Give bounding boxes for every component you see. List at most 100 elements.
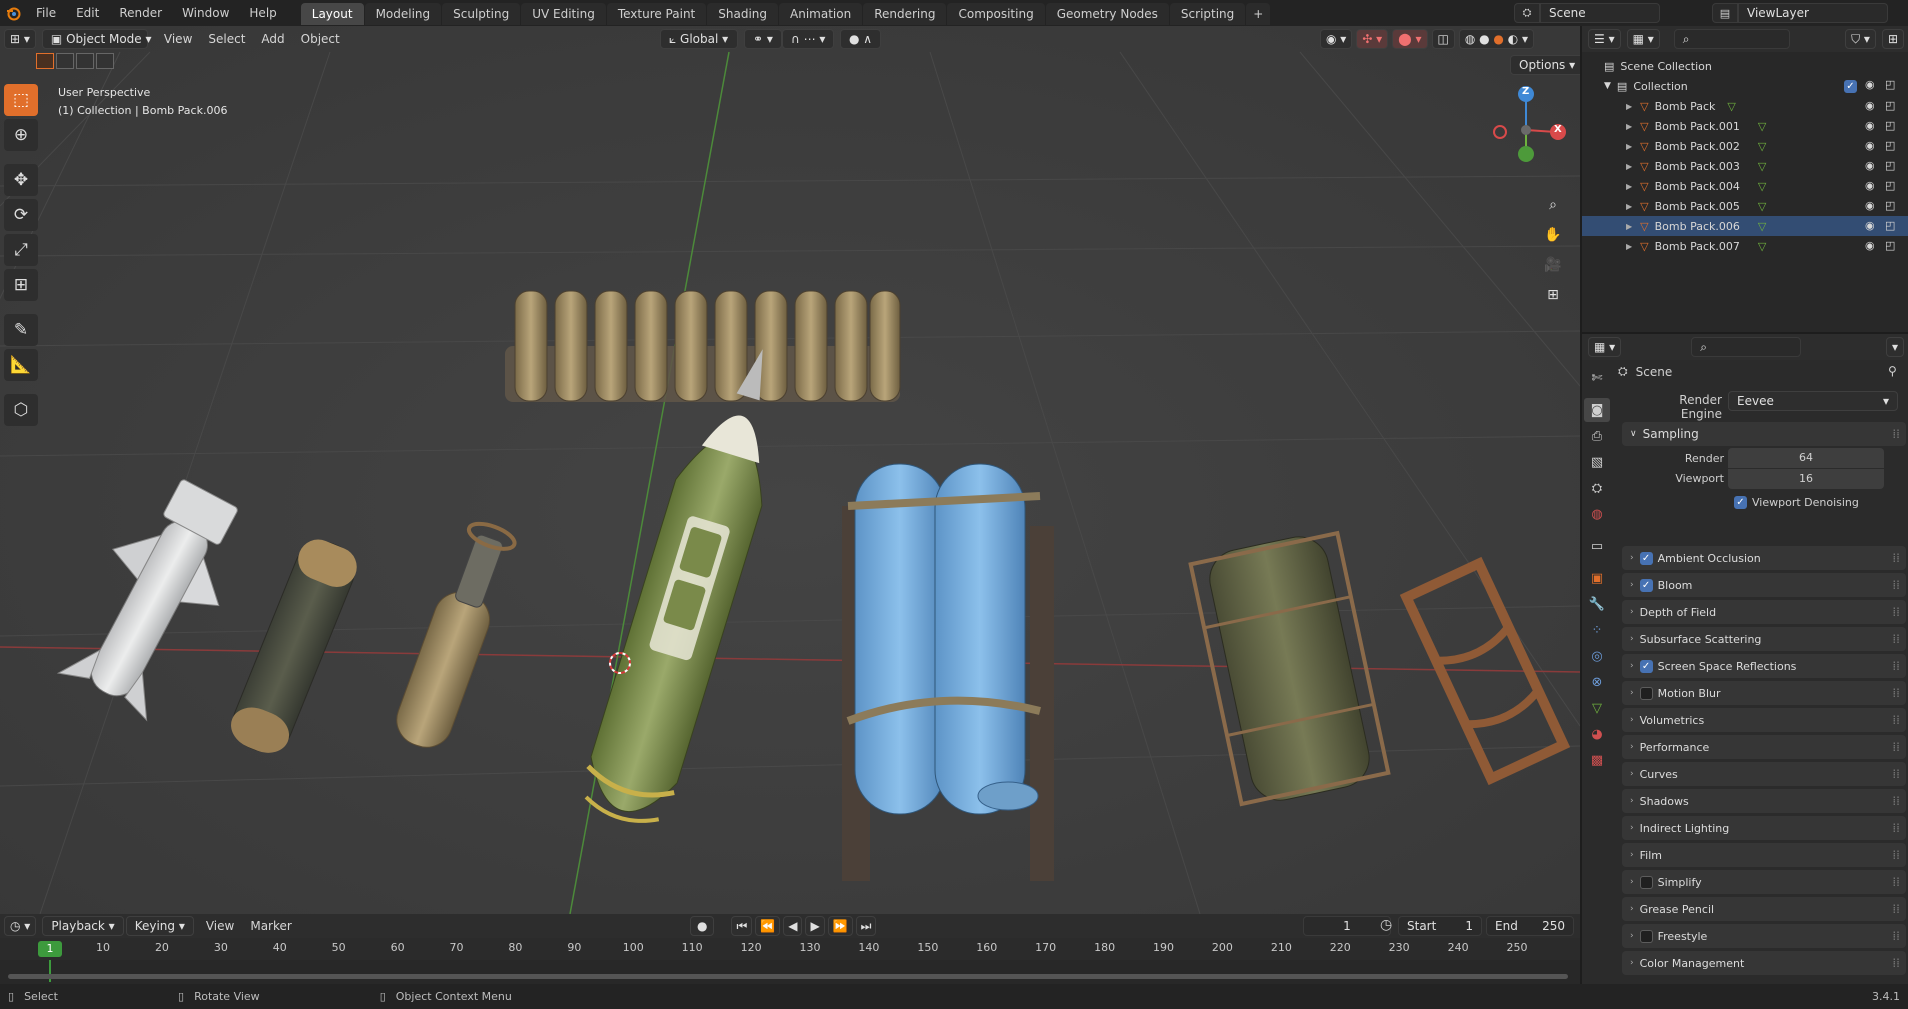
exclude-checkbox[interactable]: ✓ — [1844, 80, 1857, 93]
scene-icon[interactable]: ⛭ — [1514, 3, 1540, 23]
data-tab-icon[interactable]: ▽ — [1584, 696, 1610, 720]
drag-handle-icon[interactable]: ⁞⁞ — [1892, 956, 1900, 970]
drag-handle-icon[interactable]: ⁞⁞ — [1892, 659, 1900, 673]
object-tab-icon[interactable]: ▣ — [1584, 566, 1610, 590]
expand-arrow-icon[interactable]: ▶ — [1626, 222, 1632, 231]
mesh-data-icon[interactable]: ▽ — [1758, 160, 1766, 173]
visibility-eye-icon[interactable]: ◉ — [1865, 99, 1875, 112]
tab-shading[interactable]: Shading — [707, 3, 778, 25]
view-layer-selector[interactable]: ViewLayer — [1738, 3, 1888, 23]
pin-icon[interactable]: ⚲ — [1888, 364, 1897, 378]
preview-range-icon[interactable]: ◷ — [1380, 917, 1392, 933]
render-camera-icon[interactable]: ◰ — [1885, 179, 1895, 192]
cursor-tool[interactable]: ⊕ — [4, 119, 38, 151]
mesh-data-icon[interactable]: ▽ — [1758, 180, 1766, 193]
visibility-eye-icon[interactable]: ◉ — [1865, 119, 1875, 132]
pivot-dropdown[interactable]: ⚭ ▾ — [744, 29, 782, 49]
play-reverse-button[interactable]: ◀ — [783, 916, 803, 936]
outliner-object-row[interactable]: ▶ ▽ Bomb Pack.001 ▽ ◉ ◰ — [1582, 116, 1908, 136]
render-camera-icon[interactable]: ◰ — [1885, 139, 1895, 152]
expand-arrow-icon[interactable]: ▶ — [1626, 102, 1632, 111]
mesh-data-icon[interactable]: ▽ — [1758, 140, 1766, 153]
next-keyframe-button[interactable]: ⏩ — [827, 916, 853, 936]
properties-panel-header[interactable]: › Indirect Lighting ⁞⁞ — [1622, 816, 1906, 840]
tab-modeling[interactable]: Modeling — [364, 3, 442, 25]
drag-handle-icon[interactable]: ⁞⁞ — [1892, 821, 1900, 835]
collection-row[interactable]: ▼ ▤ Collection ✓ ◉ ◰ — [1582, 76, 1908, 96]
visibility-dropdown[interactable]: ◉ ▾ — [1320, 29, 1353, 49]
sampling-viewport-field[interactable]: 16 — [1728, 469, 1884, 489]
properties-panel-header[interactable]: › ✓ Ambient Occlusion ⁞⁞ — [1622, 546, 1906, 570]
properties-panel-header[interactable]: › Depth of Field ⁞⁞ — [1622, 600, 1906, 624]
properties-panel-header[interactable]: › Shadows ⁞⁞ — [1622, 789, 1906, 813]
properties-panel-header[interactable]: › Simplify ⁞⁞ — [1622, 870, 1906, 894]
view-layer-tab-icon[interactable]: ▧ — [1584, 450, 1610, 474]
properties-search-input[interactable]: ⌕ — [1691, 337, 1802, 357]
mesh-data-icon[interactable]: ▽ — [1758, 200, 1766, 213]
editor-type-dropdown[interactable]: ⊞ ▾ — [4, 29, 36, 49]
properties-editor-type[interactable]: ▦ ▾ — [1588, 337, 1622, 357]
visibility-eye-icon[interactable]: ◉ — [1865, 179, 1875, 192]
drag-handle-icon[interactable]: ⁞⁞ — [1892, 686, 1900, 700]
transform-orientation-dropdown[interactable]: ⟀ Global ▾ — [660, 29, 738, 49]
select-box-extend-icon[interactable] — [56, 53, 74, 69]
jump-end-button[interactable]: ⏭ — [855, 916, 877, 936]
drag-handle-icon[interactable]: ⁞⁞ — [1892, 902, 1900, 916]
properties-panel-header[interactable]: › Grease Pencil ⁞⁞ — [1622, 897, 1906, 921]
drag-handle-icon[interactable]: ⁞⁞ — [1892, 632, 1900, 646]
panel-enable-checkbox[interactable]: ✓ — [1639, 551, 1653, 565]
outliner-search-input[interactable]: ⌕ — [1673, 29, 1790, 49]
visibility-eye-icon[interactable]: ◉ — [1865, 139, 1875, 152]
panel-enable-checkbox[interactable] — [1639, 686, 1653, 700]
mesh-data-icon[interactable]: ▽ — [1758, 220, 1766, 233]
properties-panel-header[interactable]: › Volumetrics ⁞⁞ — [1622, 708, 1906, 732]
expand-arrow-icon[interactable]: ▶ — [1626, 162, 1632, 171]
transform-tool[interactable]: ⊞ — [4, 269, 38, 301]
render-tab-icon[interactable]: ◙ — [1584, 398, 1610, 422]
timeline-editor-type[interactable]: ◷ ▾ — [4, 916, 37, 936]
camera-icon[interactable]: 🎥 — [1540, 252, 1566, 278]
render-camera-icon[interactable]: ◰ — [1885, 239, 1895, 252]
viewport-menu-object[interactable]: Object — [293, 29, 348, 49]
select-box-invert-icon[interactable] — [96, 53, 114, 69]
drag-handle-icon[interactable]: ⁞⁞ — [1892, 740, 1900, 754]
outliner-editor-type[interactable]: ☰ ▾ — [1588, 29, 1621, 49]
viewport-menu-select[interactable]: Select — [200, 29, 253, 49]
viewport-menu-add[interactable]: Add — [253, 29, 292, 49]
expand-arrow-icon[interactable]: ▶ — [1626, 122, 1632, 131]
tab-scripting[interactable]: Scripting — [1169, 3, 1246, 25]
rotate-tool[interactable]: ⟳ — [4, 199, 38, 231]
properties-panel-header[interactable]: › ✓ Bloom ⁞⁞ — [1622, 573, 1906, 597]
menu-help[interactable]: Help — [239, 0, 286, 26]
mesh-data-icon[interactable]: ▽ — [1758, 120, 1766, 133]
outliner-object-row[interactable]: ▶ ▽ Bomb Pack.005 ▽ ◉ ◰ — [1582, 196, 1908, 216]
timeline-menu-view[interactable]: View — [198, 916, 242, 936]
drag-handle-icon[interactable]: ⁞⁞ — [1892, 578, 1900, 592]
blender-logo-icon[interactable] — [0, 0, 26, 26]
navigation-gizmo[interactable]: Z X — [1470, 84, 1570, 184]
panel-enable-checkbox[interactable] — [1639, 875, 1653, 889]
properties-panel-header[interactable]: › Curves ⁞⁞ — [1622, 762, 1906, 786]
jump-start-button[interactable]: ⏮ — [731, 916, 753, 936]
outliner-object-row[interactable]: ▶ ▽ Bomb Pack.006 ▽ ◉ ◰ — [1582, 216, 1908, 236]
proportional-edit-button[interactable]: ● ∧ — [840, 29, 882, 49]
render-camera-icon[interactable]: ◰ — [1885, 119, 1895, 132]
panel-enable-checkbox[interactable]: ✓ — [1639, 659, 1653, 673]
mesh-data-icon[interactable]: ▽ — [1727, 100, 1735, 113]
expand-arrow-icon[interactable]: ▶ — [1626, 202, 1632, 211]
properties-panel-header[interactable]: › Performance ⁞⁞ — [1622, 735, 1906, 759]
sampling-panel-header[interactable]: ∨ Sampling ⁞⁞ — [1622, 422, 1906, 446]
scene-selector[interactable]: Scene — [1540, 3, 1660, 23]
viewport-denoising-checkbox[interactable]: ✓ — [1734, 496, 1747, 509]
start-frame-field[interactable]: Start 1 — [1398, 916, 1482, 936]
render-camera-icon[interactable]: ◰ — [1885, 199, 1895, 212]
output-tab-icon[interactable]: ⎙ — [1584, 424, 1610, 448]
panel-enable-checkbox[interactable] — [1639, 929, 1653, 943]
options-dropdown[interactable]: Options ▾ — [1510, 55, 1580, 75]
keying-menu[interactable]: Keying ▾ — [125, 916, 194, 936]
visibility-eye-icon[interactable]: ◉ — [1865, 159, 1875, 172]
end-frame-field[interactable]: End 250 — [1486, 916, 1574, 936]
grid-icon[interactable]: ⊞ — [1540, 282, 1566, 308]
select-box-subtract-icon[interactable] — [76, 53, 94, 69]
drag-handle-icon[interactable]: ⁞⁞ — [1892, 427, 1900, 441]
